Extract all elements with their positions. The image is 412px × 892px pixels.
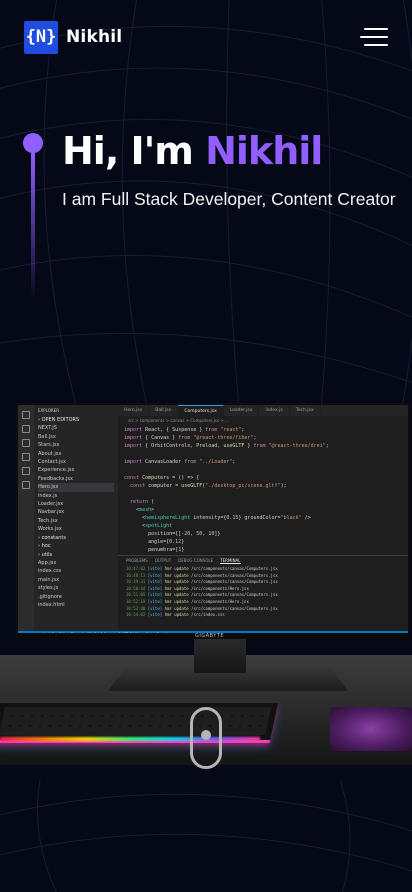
hamburger-menu-icon[interactable] <box>360 28 388 46</box>
code-line: angle={0.12} <box>124 539 185 545</box>
hero-name: Nikhil <box>205 129 323 173</box>
code-line: return ( <box>130 499 155 505</box>
terminal-tabs: PROBLEMS OUTPUT DEBUG CONSOLE TERMINAL <box>118 556 408 566</box>
source-control-icon <box>22 439 30 447</box>
editor-tab: index.js <box>259 405 290 416</box>
code-line: <mesh> <box>124 507 155 513</box>
code-line: <spotLight <box>124 523 173 529</box>
editor-tab: Tech.jsx <box>290 405 321 416</box>
explorer-item: Experience.jsx <box>38 467 75 474</box>
search-icon <box>22 425 30 433</box>
explorer-item: › hoc <box>38 543 51 550</box>
code-line: <hemisphereLight intensity={0.15} ground… <box>124 515 311 521</box>
explorer-list: › OPEN EDITORS NEXT.JS Ball.jsx Stars.js… <box>38 416 114 609</box>
code-line: const Computers = () => { <box>124 475 200 481</box>
explorer-item: Ball.jsx <box>38 433 56 440</box>
terminal-line: 10:49:31 [vite] hmr update /src/componen… <box>126 579 278 585</box>
terminal-tab: TERMINAL <box>220 558 241 564</box>
extensions-icon <box>22 467 30 475</box>
explorer-item: Navbar.jsx <box>38 509 65 516</box>
terminal-line: 10:52:19 [vite] hmr update /src/componen… <box>126 598 249 604</box>
explorer-item: index.html <box>38 601 65 608</box>
mouse-scroll-icon[interactable] <box>190 707 222 769</box>
vscode-explorer: EXPLORER › OPEN EDITORS NEXT.JS Ball.jsx… <box>34 405 118 631</box>
explorer-item: App.jsx <box>38 559 57 566</box>
terminal-line: 10:53:40 [vite] hmr update /src/componen… <box>126 605 278 611</box>
explorer-item: index.js <box>38 492 58 499</box>
hero-accent-line <box>23 133 43 303</box>
terminal-line: 10:51:05 [vite] hmr update /src/componen… <box>126 592 278 598</box>
editor-tab: Computers.jsx <box>178 405 224 416</box>
terminal-line: 10:48:13 [vite] hmr update /src/componen… <box>126 572 278 578</box>
explorer-item: Hero.jsx <box>38 483 114 492</box>
terminal-output: 10:47:02 [vite] hmr update /src/componen… <box>118 566 408 619</box>
editor-tab: Hero.jsx <box>118 405 150 416</box>
monitor-brand: GIGABYTE <box>195 633 225 639</box>
navbar: {N} Nikhil <box>0 0 412 74</box>
terminal-tab: DEBUG CONSOLE <box>178 558 214 563</box>
editor-tab: Loader.jsx <box>224 405 260 416</box>
editor-tabs: Hero.jsx Ball.jsx Computers.jsx Loader.jsx i… <box>118 405 408 416</box>
scroll-dot <box>201 730 211 740</box>
explorer-item: Stars.jsx <box>38 442 60 449</box>
explorer-item: › constants <box>38 534 66 541</box>
explorer-item: main.jsx <box>38 576 60 583</box>
logo-icon: {N} <box>24 20 58 54</box>
vscode-editor: Hero.jsx Ball.jsx Computers.jsx Loader.jsx i… <box>118 405 408 631</box>
editor-tab: Ball.jsx <box>149 405 179 416</box>
code-line: import { Canvas } from "@react-three/fib… <box>124 435 257 441</box>
editor-breadcrumb: src > components > canvas > Computers.js… <box>128 418 229 423</box>
explorer-item: styles.js <box>38 585 59 592</box>
code-block: import React, { Suspense } from "react";… <box>118 425 408 554</box>
terminal-tab: OUTPUT <box>154 558 172 563</box>
terminal-line: 10:50:44 [vite] hmr update /src/componen… <box>126 585 249 591</box>
explorer-item: Loader.jsx <box>38 501 64 508</box>
monitor-stand-neck <box>194 639 246 673</box>
monitor-screen: EXPLORER › OPEN EDITORS NEXT.JS Ball.jsx… <box>16 403 410 637</box>
hero-title: Hi, I'm Nikhil <box>62 126 402 176</box>
explorer-item: Tech.jsx <box>38 517 58 524</box>
code-line: penumbra={1} <box>124 547 185 553</box>
vscode-activity-bar <box>18 405 34 631</box>
code-line: const computer = useGLTF("./desktop_pc/s… <box>130 483 287 489</box>
terminal-line: 10:54:02 [vite] hmr update /src/index.cs… <box>126 612 225 618</box>
hero-greeting: Hi, I'm <box>62 129 206 173</box>
explorer-title: EXPLORER <box>38 408 59 413</box>
brand-link[interactable]: {N} Nikhil <box>24 20 123 54</box>
explorer-item: About.jsx <box>38 450 62 457</box>
account-icon <box>22 481 30 489</box>
explorer-item: index.css <box>38 568 62 575</box>
explorer-item: Feedbacks.jsx <box>38 475 73 482</box>
hero-subtitle: I am Full Stack Developer, Content Creat… <box>62 189 396 209</box>
code-line: import React, { Suspense } from "react"; <box>124 427 245 433</box>
explorer-item: Works.jsx <box>38 526 62 533</box>
debug-icon <box>22 453 30 461</box>
code-line: position={[-20, 50, 10]} <box>124 531 221 537</box>
explorer-item: Contact.jsx <box>38 459 66 466</box>
code-line: import { OrbitControls, Preload, useGLTF… <box>124 443 329 449</box>
vscode-terminal: PROBLEMS OUTPUT DEBUG CONSOLE TERMINAL 10:4… <box>118 555 408 631</box>
explorer-item: NEXT.JS <box>38 425 57 432</box>
keyboard-keys <box>0 707 272 735</box>
explorer-item: › utils <box>38 551 53 558</box>
explorer-item: › OPEN EDITORS <box>38 417 80 423</box>
terminal-tab: PROBLEMS <box>126 558 148 563</box>
mousepad <box>330 707 412 751</box>
files-icon <box>22 411 30 419</box>
brand-name: Nikhil <box>66 27 123 47</box>
hero-dot <box>23 133 43 153</box>
code-line: import CanvasLoader from "../Loader"; <box>124 459 236 465</box>
hero-gradient-line <box>31 151 35 301</box>
terminal-line: 10:47:02 [vite] hmr update /src/componen… <box>126 566 278 571</box>
computer-3d-scene[interactable]: EXPLORER › OPEN EDITORS NEXT.JS Ball.jsx… <box>0 395 412 810</box>
explorer-item: .gitignore <box>38 593 62 600</box>
